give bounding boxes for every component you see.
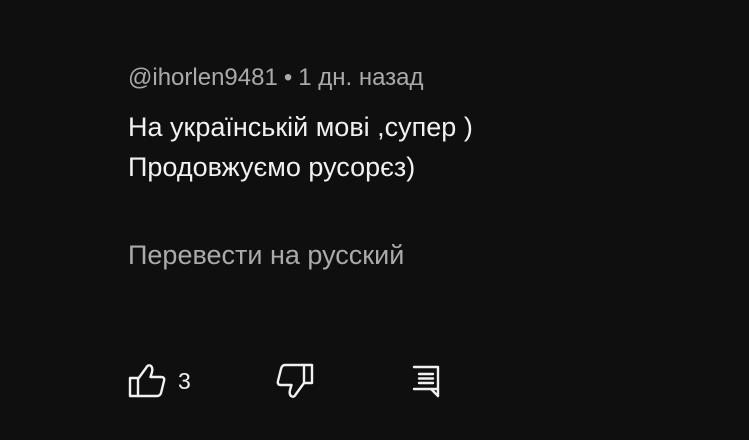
thumbs-up-icon xyxy=(128,362,168,400)
comment-author[interactable]: @ihorlen9481 xyxy=(128,64,278,91)
comment-text-line: Продовжуємо русорєз) xyxy=(128,152,416,182)
comment-text: На українській мові ,супер ) Продовжуємо… xyxy=(128,107,729,187)
comment-header: @ihorlen9481 • 1 дн. назад xyxy=(128,62,729,94)
comment-text-line: На українській мові ,супер ) xyxy=(128,112,473,142)
thumbs-down-icon xyxy=(274,362,314,400)
comment: @ihorlen9481 • 1 дн. назад На українській … xyxy=(128,62,729,187)
reply-button[interactable] xyxy=(410,362,442,400)
like-count: 3 xyxy=(178,367,191,394)
reply-comment-icon xyxy=(410,362,442,400)
meta-separator: • xyxy=(283,64,293,91)
translate-button[interactable]: Перевести на русский xyxy=(128,237,404,273)
comment-action-bar: 3 xyxy=(128,362,468,400)
like-button[interactable]: 3 xyxy=(128,362,191,400)
comment-timestamp[interactable]: 1 дн. назад xyxy=(298,64,423,91)
dislike-button[interactable] xyxy=(274,362,314,400)
